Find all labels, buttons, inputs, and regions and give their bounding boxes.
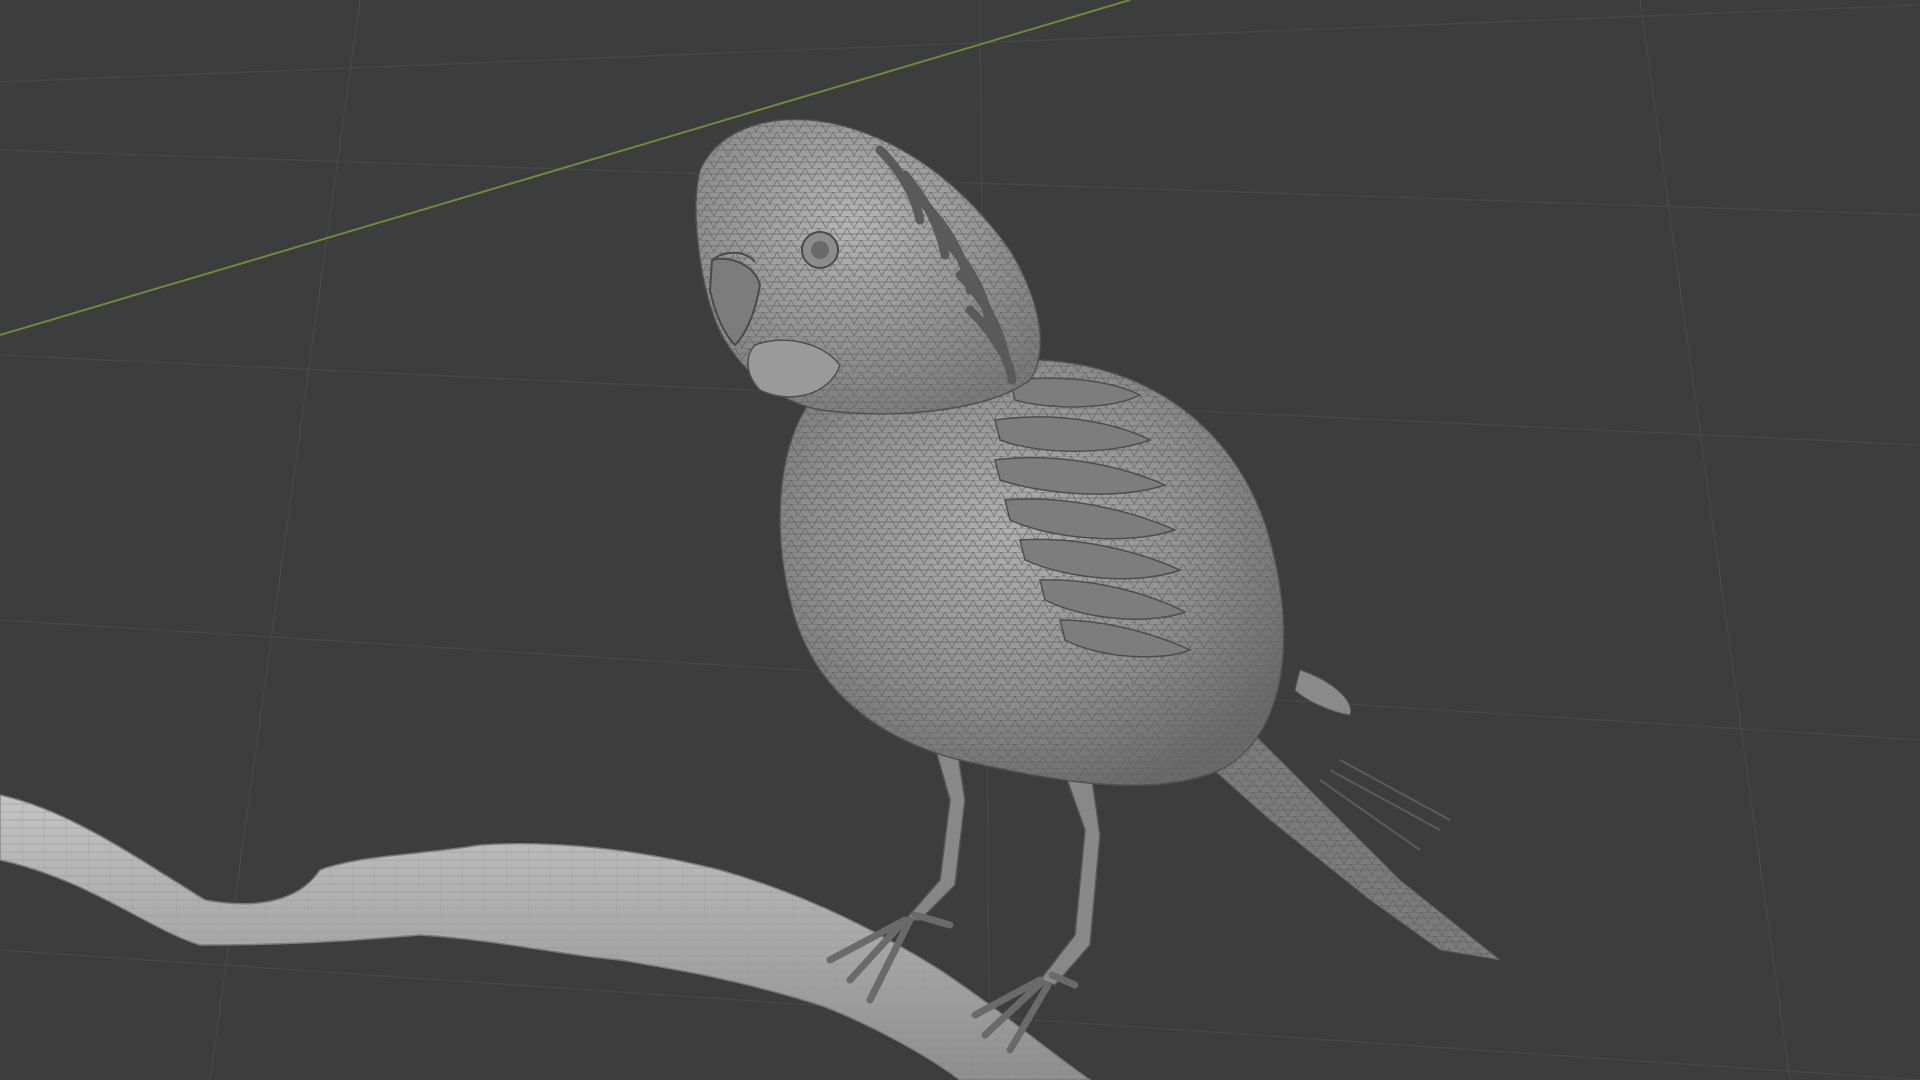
- viewport-scene[interactable]: [0, 0, 1920, 1080]
- 3d-viewport[interactable]: [0, 0, 1920, 1080]
- eye: [801, 231, 839, 269]
- branch-mesh[interactable]: [0, 794, 1092, 1080]
- leg-right[interactable]: [971, 759, 1101, 1054]
